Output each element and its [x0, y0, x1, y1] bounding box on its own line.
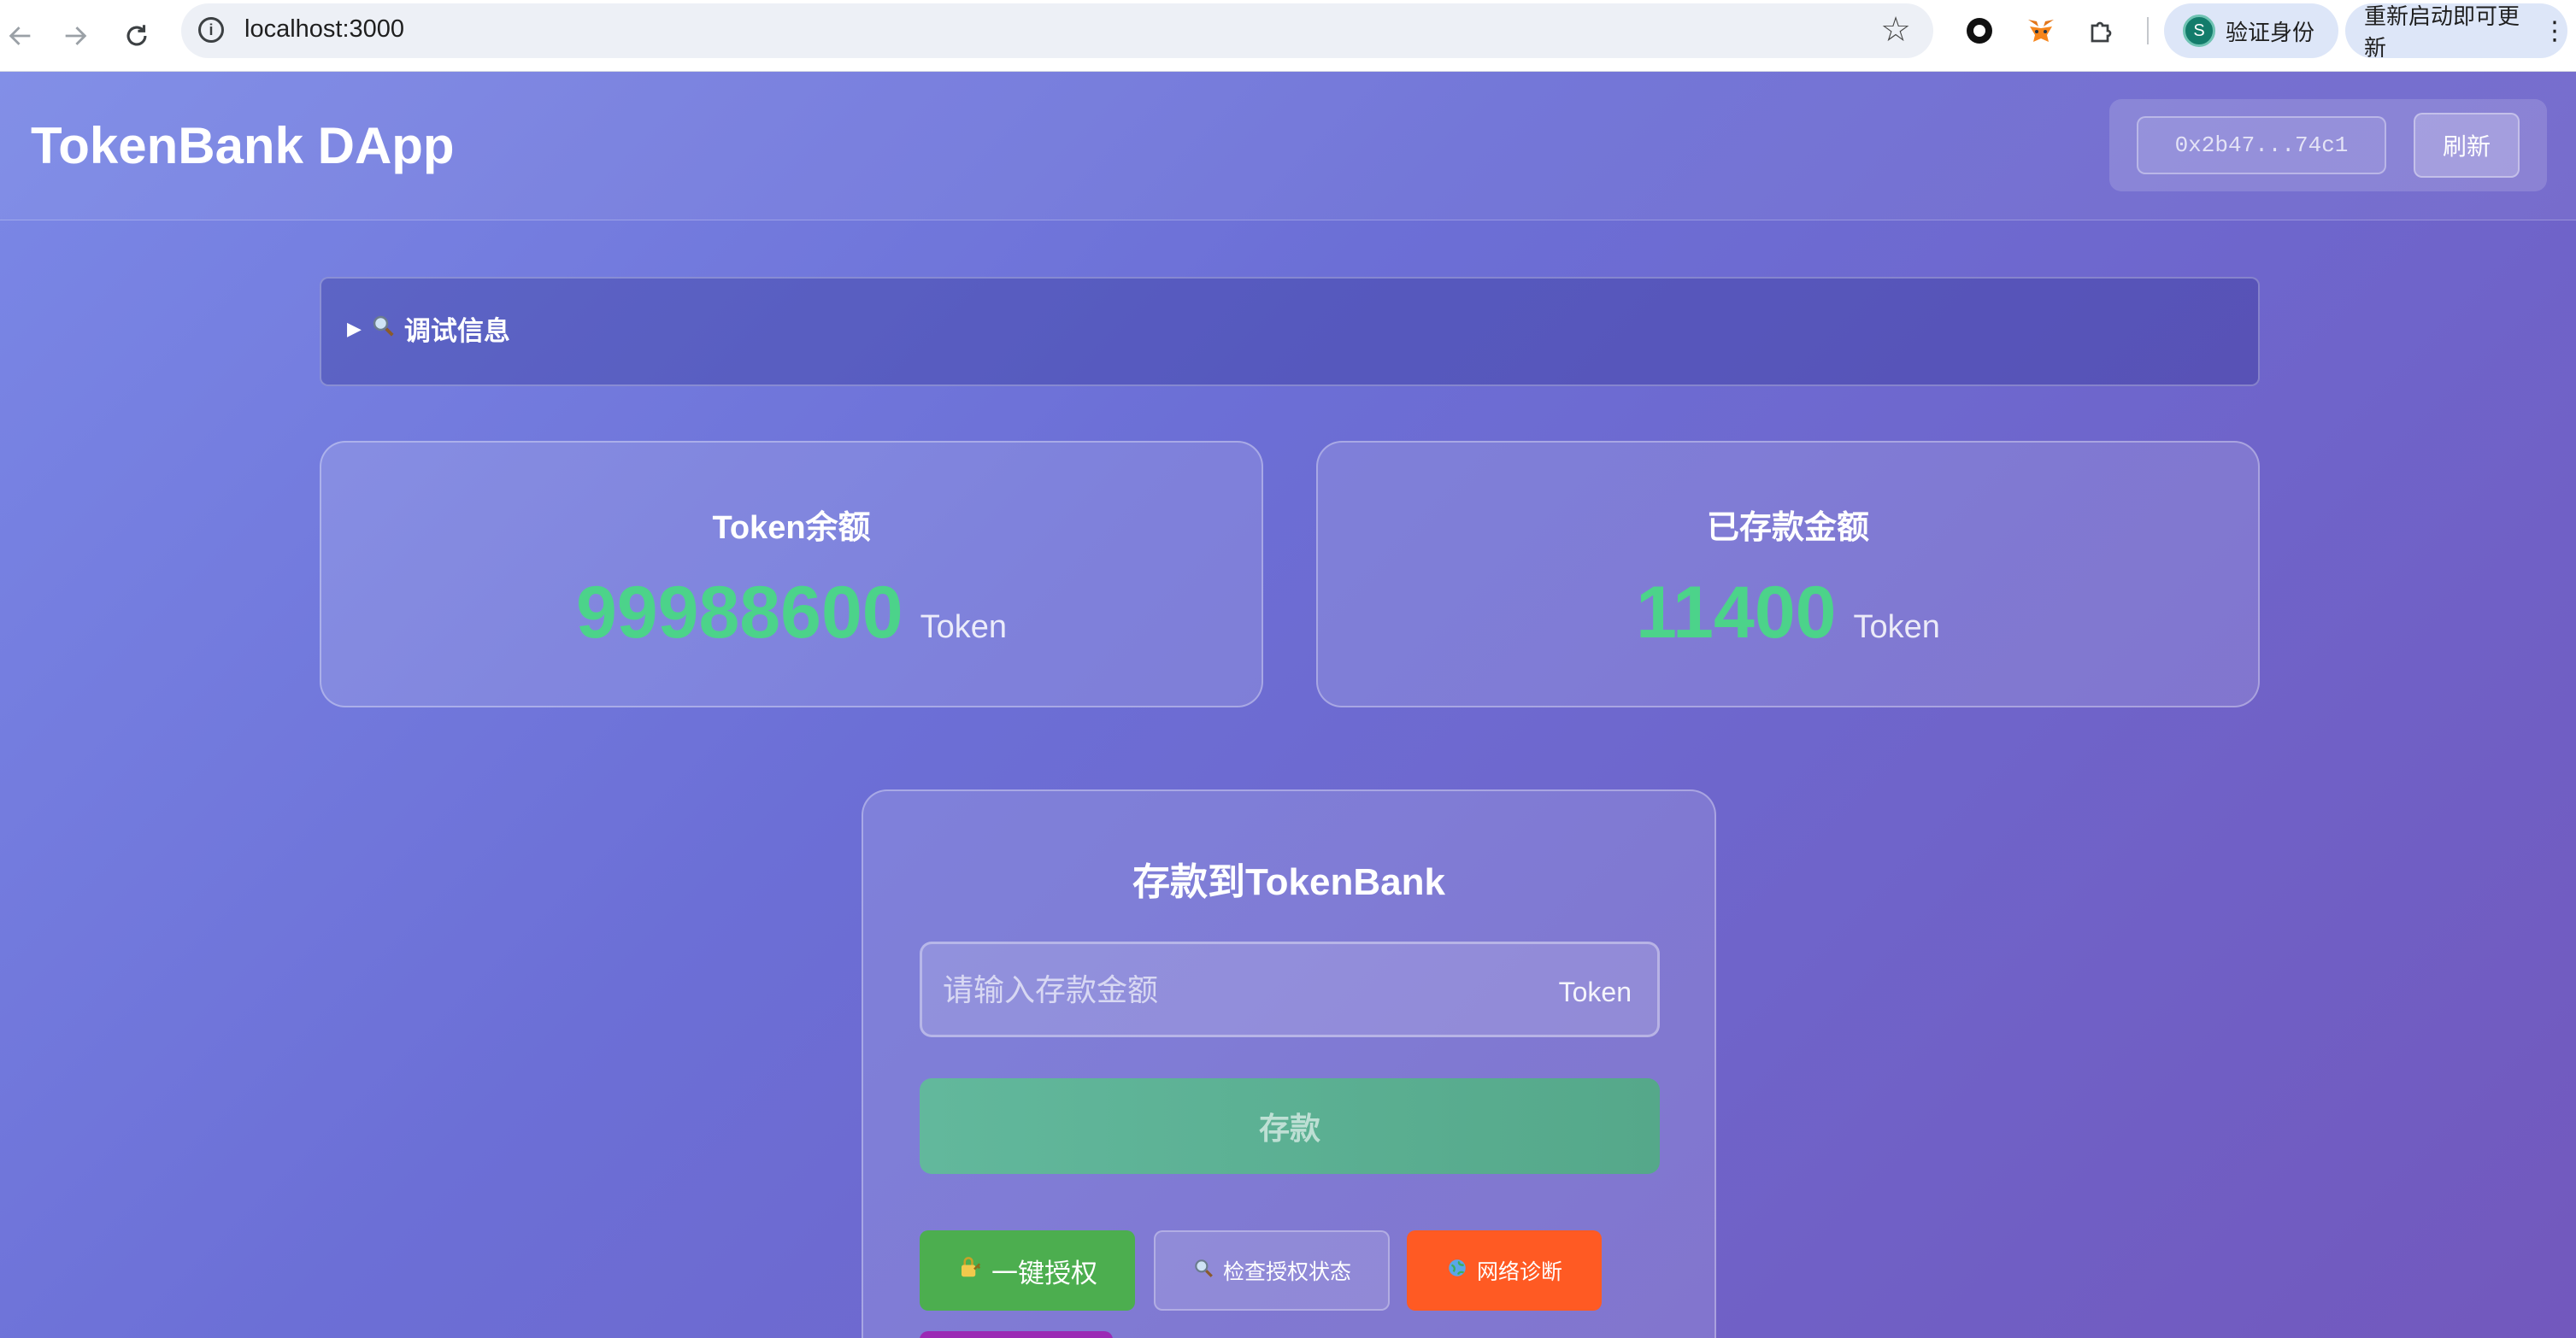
check-authorization-label: 检查授权状态 — [1222, 1260, 1351, 1284]
network-diagnosis-label: 网络诊断 — [1476, 1260, 1562, 1284]
debug-info-panel[interactable]: ▶ 调试信息 — [320, 277, 2260, 386]
app-title: TokenBank DApp — [31, 117, 455, 174]
reload-icon[interactable] — [116, 15, 157, 56]
deposited-amount-unit: Token — [1853, 609, 1940, 645]
app-root: TokenBank DApp 0x2b47...74c1 刷新 ▶ 调试信息 T… — [0, 72, 2576, 1338]
app-header: TokenBank DApp 0x2b47...74c1 刷新 — [0, 72, 2576, 220]
verify-identity-label: 验证身份 — [2226, 19, 2315, 45]
deposit-panel: 存款到TokenBank Token 存款 一键授权 检查授权状态 网络诊断 — [862, 789, 1716, 1338]
deposited-amount-card: 已存款金额 11400 Token — [1316, 441, 2260, 707]
token-balance-value: 99988600 — [575, 572, 903, 654]
token-balance-row: 99988600 Token — [321, 571, 1262, 655]
deposit-title: 存款到TokenBank — [1132, 861, 1445, 903]
account-panel: 0x2b47...74c1 刷新 — [2109, 99, 2547, 191]
deposit-amount-field[interactable]: Token — [920, 942, 1660, 1037]
magnifier-icon — [370, 313, 396, 345]
toolbar-divider — [2147, 17, 2149, 44]
network-diagnosis-button[interactable]: 网络诊断 — [1407, 1230, 1602, 1311]
deposit-amount-input[interactable] — [943, 956, 1524, 1024]
lock-key-icon — [957, 1254, 983, 1287]
deposit-amount-unit: Token — [1558, 977, 1632, 1007]
browser-toolbar: i localhost:3000 ☆ S 验证身份 重新启动即可更新 ⋮ — [0, 0, 2576, 72]
wallet-address: 0x2b47...74c1 — [2137, 116, 2386, 174]
one-click-authorize-button[interactable]: 一键授权 — [920, 1230, 1135, 1311]
more-menu-icon[interactable]: ⋮ — [2542, 16, 2567, 46]
debug-info-toggle[interactable]: ▶ 调试信息 — [347, 309, 510, 348]
site-info-icon[interactable]: i — [198, 17, 224, 43]
address-bar[interactable]: i localhost:3000 ☆ — [181, 3, 1933, 58]
check-authorization-button[interactable]: 检查授权状态 — [1154, 1230, 1390, 1311]
token-balance-title: Token余额 — [712, 510, 871, 546]
deposited-amount-row: 11400 Token — [1318, 571, 2258, 655]
update-restart-label: 重新启动即可更新 — [2364, 3, 2520, 61]
deposit-button[interactable]: 存款 — [920, 1078, 1660, 1174]
deposited-amount-title: 已存款金额 — [1706, 510, 1869, 546]
debug-info-label: 调试信息 — [403, 316, 510, 346]
token-balance-card: Token余额 99988600 Token — [320, 441, 1263, 707]
deposited-amount-value: 11400 — [1636, 572, 1837, 654]
verify-identity-button[interactable]: S 验证身份 — [2164, 3, 2338, 58]
one-click-authorize-label: 一键授权 — [991, 1258, 1097, 1288]
back-icon[interactable] — [0, 15, 41, 56]
url-text[interactable]: localhost:3000 — [244, 15, 404, 44]
profile-avatar-icon: S — [2183, 15, 2215, 47]
token-balance-unit: Token — [920, 609, 1008, 645]
magnifier-icon — [1192, 1257, 1214, 1285]
extension-circle-icon[interactable] — [1961, 12, 1998, 50]
forward-icon[interactable] — [55, 15, 96, 56]
globe-icon — [1446, 1257, 1468, 1285]
update-restart-button[interactable]: 重新启动即可更新 ⋮ — [2345, 3, 2567, 61]
refresh-button[interactable]: 刷新 — [2414, 113, 2520, 178]
extensions-puzzle-icon[interactable] — [2084, 12, 2121, 50]
bookmark-star-icon[interactable]: ☆ — [1880, 10, 1911, 50]
expand-triangle-icon: ▶ — [347, 317, 362, 339]
metamask-fox-icon[interactable] — [2022, 12, 2060, 50]
extra-action-button[interactable] — [920, 1331, 1113, 1338]
